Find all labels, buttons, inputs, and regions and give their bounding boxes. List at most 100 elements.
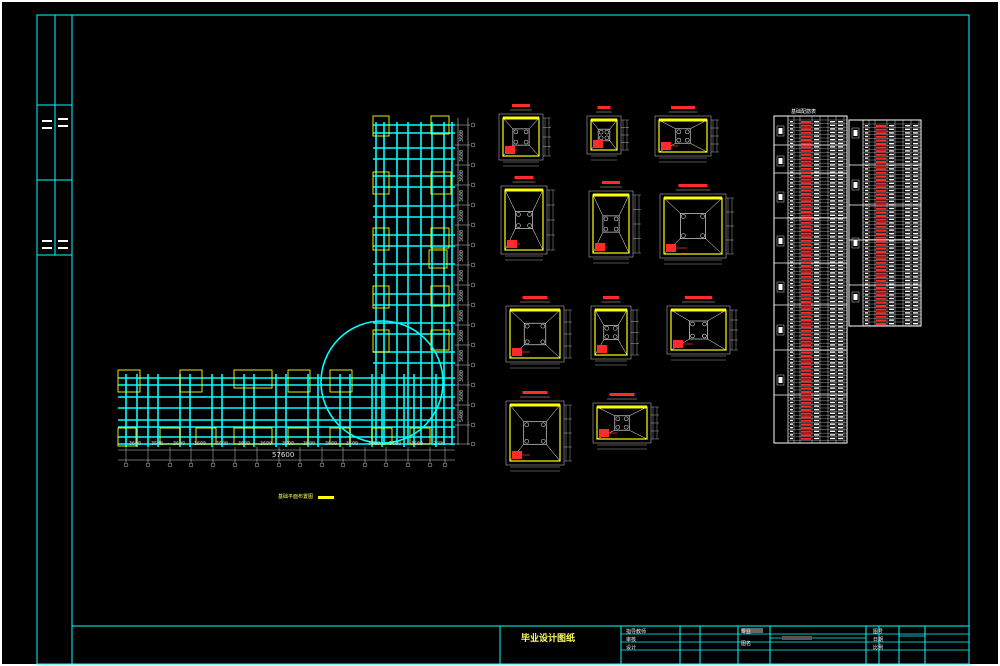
schedule-table-right-text [913,240,918,242]
schedule-table-right-rebar-shape [876,297,886,300]
title-block-fill [782,636,812,640]
schedule-table-right-text [913,233,918,235]
schedule-table-right-text [913,135,918,138]
schedule-table-left-text [838,286,843,288]
schedule-table-right-text [905,276,910,278]
schedule-table-left-text [790,355,793,357]
schedule-table-right-text [889,222,894,224]
schedule-table-left-text [790,358,793,360]
schedule-table-right-text [889,305,894,307]
schedule-table-left-text [814,225,819,227]
schedule-table-left-rebar-shape [801,142,811,145]
schedule-table-left-text [790,369,793,371]
schedule-table-right-text [889,312,894,314]
schedule-table-left-text [814,182,819,184]
schedule-table-left-text [830,189,835,191]
title-block-main-title: 毕业设计图纸 [521,634,576,644]
schedule-table-left-text [814,193,819,195]
schedule-table-left-text [838,405,843,407]
schedule-table-right-rebar-shape [876,153,886,156]
schedule-table-left-text [790,365,793,368]
schedule-table-left-text [814,355,819,357]
schedule-table-right-text [889,153,894,156]
schedule-table-left-text [790,225,793,227]
schedule-table-right-rebar-shape [876,168,886,171]
schedule-table-left-rebar-shape [801,308,811,311]
plan-title: 基础平面布置图 [278,494,314,500]
dim-right-label: 3600 [459,389,465,402]
schedule-table-right-text [905,186,910,188]
schedule-table-right-text [865,254,868,256]
schedule-table-left-text [838,178,843,180]
schedule-table-left-text [814,322,819,324]
schedule-table-left-text [830,383,835,386]
schedule-table-right-text [889,193,894,195]
schedule-table-left-rebar-shape [801,171,811,174]
schedule-table-left-rebar-shape [801,149,811,152]
schedule-table-left-text [830,261,835,263]
schedule-table-left-text [814,185,819,188]
schedule-table-right-text [865,261,868,264]
schedule-table-right-text [913,297,918,300]
schedule-table-right-text [913,204,918,206]
schedule-table-left-text [814,207,819,209]
schedule-table-right-text [889,319,894,321]
schedule-table-right-rebar-shape [876,204,886,207]
cad-canvas [0,0,1000,666]
schedule-table-left-rebar-shape [801,146,811,149]
dim-right-label: 3600 [459,329,465,342]
schedule-table-right-text [913,200,918,202]
schedule-table-right-rebar-shape [876,308,886,311]
schedule-table-right-text [913,290,918,292]
schedule-table-left-rebar-shape [801,236,811,239]
schedule-table-right-text [905,243,910,246]
schedule-table-left-text [814,275,819,278]
schedule-table-left-text [790,419,793,422]
schedule-table-right-rebar-shape [876,197,886,199]
schedule-table-right-text [865,193,868,195]
dim-bottom-label: 3600 [346,441,359,447]
dim-right-label: 3600 [459,269,465,282]
dim-right-label: 5400 [459,409,465,422]
schedule-table-right-text [905,189,910,192]
schedule-table-right-text [865,222,868,224]
schedule-table-right-text [865,161,868,163]
schedule-table-left-text [814,214,819,216]
schedule-table-right-text [905,132,910,134]
schedule-table-left-text [790,394,793,396]
schedule-table-left-text [790,319,793,321]
schedule-table-left-text [830,373,835,375]
schedule-table-right-text [913,323,918,325]
schedule-table-left-text [838,196,843,198]
schedule-table-right-text [865,150,868,152]
schedule-table-left-text [790,423,793,425]
schedule-table-left-text [830,293,835,296]
schedule-table-right-rebar-shape [876,272,886,275]
schedule-table-right-text [905,233,910,235]
schedule-table-left-text [790,347,793,350]
schedule-table-left-text [830,351,835,353]
schedule-table-right-rebar-shape [876,236,886,239]
schedule-table-left-text [814,427,819,429]
schedule-table-left-text [838,322,843,324]
schedule-table-left-rebar-shape [801,214,811,217]
schedule-table-left-text [790,131,793,134]
schedule-table-left-text [838,160,843,162]
schedule-table-right-text [913,157,918,159]
schedule-table-left-rebar-shape [801,394,811,397]
schedule-table-right-text [905,125,910,127]
schedule-table-left-text [838,419,843,422]
schedule-table-left-rebar-shape [801,376,811,379]
schedule-table-right-text [905,301,910,303]
schedule-table-left-rebar-shape [801,347,811,350]
cad-drawing-sheet: 毕业设计图纸 指导教师 审核 设计 图号 日期 比例 专业 图名 57600 基… [0,0,1000,666]
schedule-table-left-text [814,175,819,177]
dim-right-label: 3600 [459,129,465,142]
schedule-table-right-text [889,254,894,256]
schedule-table-left-text [814,383,819,386]
schedule-table-left-text [838,427,843,429]
schedule-table-left-text [838,391,843,393]
schedule-table-left-rebar-shape [801,193,811,195]
schedule-table-right-text [913,279,918,282]
schedule-table-left-text [838,243,843,245]
